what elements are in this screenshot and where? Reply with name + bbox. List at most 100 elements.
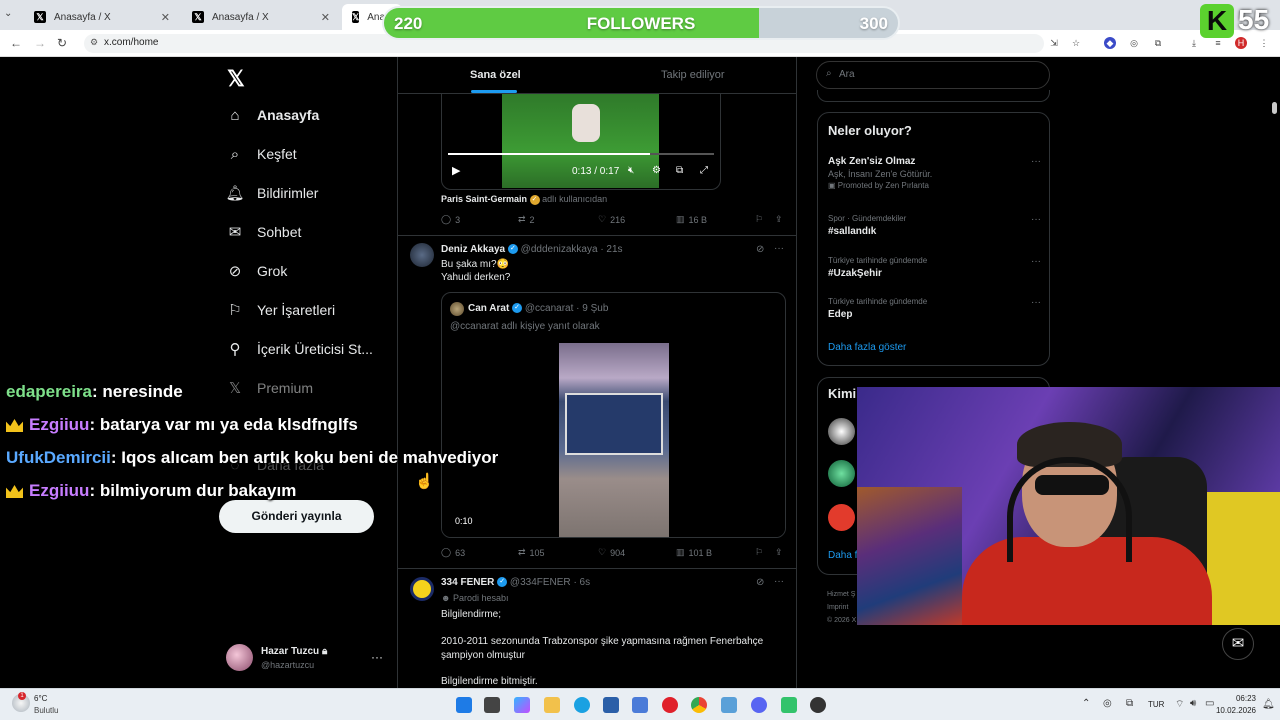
install-icon[interactable]: ⇲	[1048, 37, 1060, 49]
share-icon[interactable]: ⇪	[775, 547, 783, 558]
sidebar-item-grok[interactable]: ⊘ Grok	[226, 262, 288, 280]
like-action[interactable]: ♡ 216	[598, 214, 625, 225]
more-icon[interactable]: ···	[1031, 297, 1041, 308]
avatar[interactable]	[828, 504, 855, 531]
sidebar-item-explore[interactable]: ⌕ Keşfet	[226, 145, 297, 163]
chrome-icon[interactable]	[691, 697, 707, 713]
close-icon[interactable]: ✕	[161, 11, 170, 24]
more-icon[interactable]: ···	[1031, 156, 1041, 167]
show-more-link[interactable]: Daha fazla göster	[828, 342, 906, 353]
quoted-video[interactable]: 0:10	[442, 343, 785, 537]
wifi-icon[interactable]: ⌔	[1175, 698, 1184, 711]
trend-item[interactable]: Türkiye tarihinde gündemde Edep ···	[828, 297, 1041, 320]
reply-action[interactable]: ◯ 3	[441, 214, 460, 225]
edge-icon[interactable]	[574, 697, 590, 713]
author-handle[interactable]: @dddenizakkaya	[521, 244, 598, 255]
x-logo-icon[interactable]: 𝕏	[227, 66, 245, 92]
avatar[interactable]	[410, 577, 434, 601]
notification-bell-icon[interactable]: 🔔︎	[1262, 699, 1275, 710]
footer-link[interactable]: Imprint	[827, 601, 856, 614]
close-icon[interactable]: ✕	[321, 11, 330, 24]
views-action[interactable]: ▥ 101 B	[676, 547, 712, 558]
obs-icon[interactable]	[810, 697, 826, 713]
messages-fab-icon[interactable]: ✉	[1222, 628, 1254, 660]
puzzle-icon[interactable]: ⧉	[1152, 37, 1164, 49]
chevron-up-icon[interactable]: ⌃	[1082, 698, 1090, 709]
store-icon[interactable]	[603, 697, 619, 713]
avatar[interactable]	[410, 243, 434, 267]
app-icon[interactable]	[721, 697, 737, 713]
video-progress-track[interactable]	[448, 153, 714, 155]
weather-desc[interactable]: Bulutlu	[34, 706, 58, 715]
sidebar-item-bookmarks[interactable]: ⚐ Yer İşaretleri	[226, 301, 335, 319]
sidebar-item-notifications[interactable]: 🔔︎ Bildirimler	[225, 184, 318, 202]
views-action[interactable]: ▥ 16 B	[676, 214, 707, 225]
volume-icon[interactable]: 🔊︎	[1190, 698, 1196, 709]
file-explorer-icon[interactable]	[544, 697, 560, 713]
browser-tab[interactable]: 𝕏 Anasayfa / X ✕	[24, 4, 180, 30]
forward-icon[interactable]: →	[34, 36, 46, 50]
show-more-link[interactable]: Daha f	[828, 550, 857, 561]
post-time[interactable]: · 21s	[600, 244, 622, 255]
site-info-icon[interactable]: ⚙	[90, 37, 98, 48]
copilot-icon[interactable]	[514, 697, 530, 713]
video-player[interactable]: ▶ 0:13 / 0:17 🔇︎ ⚙ ⧉ ⤢	[441, 94, 721, 190]
sidebar-item-premium[interactable]: 𝕏 Premium	[226, 379, 313, 397]
repost-action[interactable]: ⇄ 105	[518, 547, 545, 558]
trend-item[interactable]: Aşk Zen'siz Olmaz Aşk, İnsanı Zen'e Götü…	[828, 156, 1041, 190]
weather-temp[interactable]: 6°C	[34, 694, 47, 703]
sidebar-item-home[interactable]: ⌂ Anasayfa	[226, 106, 319, 124]
sidebar-item-creator-studio[interactable]: ⚲ İçerik Üreticisi St...	[226, 340, 373, 358]
more-icon[interactable]: ···	[774, 576, 784, 587]
tab-list-icon[interactable]: ⌄	[4, 8, 12, 19]
task-view-icon[interactable]	[484, 697, 500, 713]
star-icon[interactable]: ☆	[1070, 37, 1082, 49]
tab-following[interactable]: Takip ediliyor	[661, 69, 725, 81]
more-icon[interactable]: ···	[371, 650, 383, 664]
back-icon[interactable]: ←	[10, 36, 22, 50]
play-icon[interactable]: ▶	[452, 164, 460, 177]
repost-action[interactable]: ⇄ 2	[518, 214, 535, 225]
like-action[interactable]: ♡ 904	[598, 547, 625, 558]
extension-icon[interactable]: ◎	[1128, 37, 1140, 49]
share-icon[interactable]: ⇪	[775, 214, 783, 225]
grok-icon[interactable]: ⊘	[756, 244, 764, 255]
author-name[interactable]: 334 FENER	[441, 577, 494, 588]
start-icon[interactable]	[456, 697, 472, 713]
tray-icon[interactable]: ⧉	[1126, 698, 1133, 709]
reload-icon[interactable]: ↻	[57, 36, 67, 50]
sidebar-item-messages[interactable]: ✉ Sohbet	[226, 223, 302, 241]
post-button[interactable]: Gönderi yayınla	[219, 500, 374, 533]
fullscreen-icon[interactable]: ⤢	[700, 165, 708, 176]
tab-for-you[interactable]: Sana özel	[470, 69, 521, 81]
avatar[interactable]	[828, 418, 855, 445]
author-name[interactable]: Deniz Akkaya	[441, 244, 505, 255]
scrollbar-thumb[interactable]	[1272, 102, 1277, 114]
author-handle[interactable]: @334FENER	[510, 577, 571, 588]
trend-item[interactable]: Spor · Gündemdekiler #sallandık ···	[828, 214, 1041, 237]
mute-icon[interactable]: 🔇︎	[628, 165, 634, 176]
grok-icon[interactable]: ⊘	[756, 577, 764, 588]
avatar[interactable]	[828, 460, 855, 487]
trend-item[interactable]: Türkiye tarihinde gündemde #UzakŞehir ··…	[828, 256, 1041, 279]
bookmark-icon[interactable]: ⚐	[755, 214, 763, 225]
browser-tab[interactable]: 𝕏 Anasayfa / X ✕	[182, 4, 340, 30]
extension-icon[interactable]: ◆	[1104, 37, 1116, 49]
footer-link[interactable]: Hizmet Ş	[827, 588, 856, 601]
post-time[interactable]: · 6s	[573, 577, 590, 588]
more-icon[interactable]: ···	[1031, 214, 1041, 225]
discord-icon[interactable]	[751, 697, 767, 713]
language-indicator[interactable]: TUR	[1148, 700, 1164, 709]
settings-icon[interactable]: ⚙	[652, 165, 661, 176]
app-icon[interactable]	[781, 697, 797, 713]
clock-time[interactable]: 06:23	[1222, 694, 1256, 703]
app-icon[interactable]	[632, 697, 648, 713]
video-source-name[interactable]: Paris Saint-Germain	[441, 194, 527, 204]
pip-icon[interactable]: ⧉	[676, 165, 683, 176]
opera-icon[interactable]	[662, 697, 678, 713]
bookmark-icon[interactable]: ⚐	[755, 547, 763, 558]
quoted-post[interactable]: Can Arat ✓ @ccanarat · 9 Şub @ccanarat a…	[441, 292, 786, 538]
clock-date[interactable]: 10.02.2026	[1212, 706, 1256, 715]
more-icon[interactable]: ···	[774, 243, 784, 254]
reply-action[interactable]: ◯ 63	[441, 547, 465, 558]
